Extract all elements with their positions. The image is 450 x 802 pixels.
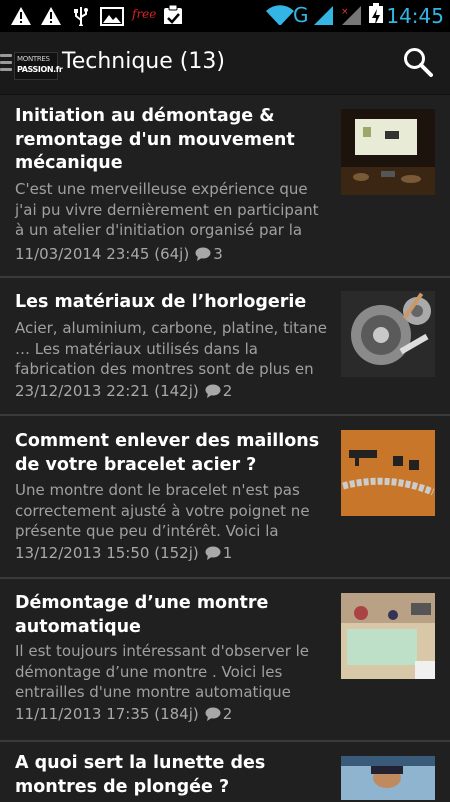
wifi-icon [266, 5, 294, 25]
article-excerpt: Acier, aluminium, carbone, platine, tita… [15, 319, 327, 378]
battery-charging-icon [369, 3, 383, 23]
drawer-menu-icon[interactable] [0, 54, 12, 72]
comment-count: 2 [222, 382, 233, 400]
signal-icon [314, 6, 333, 25]
clipboard-check-icon [164, 4, 182, 24]
list-item[interactable]: A quoi sert la lunette des montres de pl… [0, 742, 450, 802]
article-title: Comment enlever des maillons de votre br… [15, 431, 320, 475]
article-date: 11/11/2013 17:35 (184j) [15, 705, 199, 723]
warning-icon [41, 7, 61, 25]
clock: 14:45 [386, 4, 444, 28]
article-title: Démontage d’une montre automatique [15, 593, 269, 637]
app-logo[interactable]: MONTRES PASSION.fr [14, 52, 63, 80]
article-meta: 23/12/2013 22:21 (142j) 2 [15, 382, 232, 400]
list-item[interactable]: Comment enlever des maillons de votre br… [0, 416, 450, 577]
article-thumbnail [341, 593, 435, 679]
article-date: 11/03/2014 23:45 (64j) [15, 245, 190, 263]
article-thumbnail [341, 430, 435, 516]
warning-icon [11, 7, 31, 25]
list-item[interactable]: Les matériaux de l’horlogerie Acier, alu… [0, 278, 450, 414]
article-title: Les matériaux de l’horlogerie [15, 292, 307, 312]
article-excerpt: Il est toujours intéressant d'observer l… [15, 642, 310, 701]
article-thumbnail [341, 109, 435, 195]
comment-icon [205, 546, 221, 560]
article-thumbnail [341, 756, 435, 800]
article-meta: 11/03/2014 23:45 (64j) 3 [15, 245, 223, 263]
article-excerpt: Une montre dont le bracelet n'est pas co… [15, 481, 310, 540]
article-date: 23/12/2013 22:21 (142j) [15, 382, 199, 400]
status-bar: free G × 14:45 [0, 0, 450, 32]
comment-count: 1 [222, 544, 233, 562]
article-excerpt: C'est une merveilleuse expérience que j'… [15, 180, 319, 239]
comment-count: 3 [213, 245, 223, 263]
search-icon[interactable] [402, 46, 434, 78]
comment-icon [205, 384, 221, 398]
svg-text:×: × [341, 7, 349, 17]
article-title: A quoi sert la lunette des montres de pl… [15, 753, 266, 797]
article-meta: 13/12/2013 15:50 (152j) 1 [15, 544, 232, 562]
comment-icon [195, 247, 211, 261]
article-meta: 11/11/2013 17:35 (184j) 2 [15, 705, 232, 723]
article-title: Initiation au démontage & remontage d'un… [15, 106, 295, 173]
signal-icon: × [341, 6, 361, 25]
free-icon: free [132, 7, 157, 21]
action-bar: MONTRES PASSION.fr Technique (13) [0, 32, 450, 95]
network-type-label: G [293, 3, 309, 27]
article-thumbnail [341, 291, 435, 377]
image-icon [100, 7, 124, 26]
article-date: 13/12/2013 15:50 (152j) [15, 544, 199, 562]
comment-icon [205, 707, 221, 721]
comment-count: 2 [222, 705, 233, 723]
list-item[interactable]: Démontage d’une montre automatique Il es… [0, 579, 450, 740]
usb-icon [74, 7, 88, 26]
list-item[interactable]: Initiation au démontage & remontage d'un… [0, 95, 450, 276]
page-title: Technique (13) [62, 49, 225, 74]
